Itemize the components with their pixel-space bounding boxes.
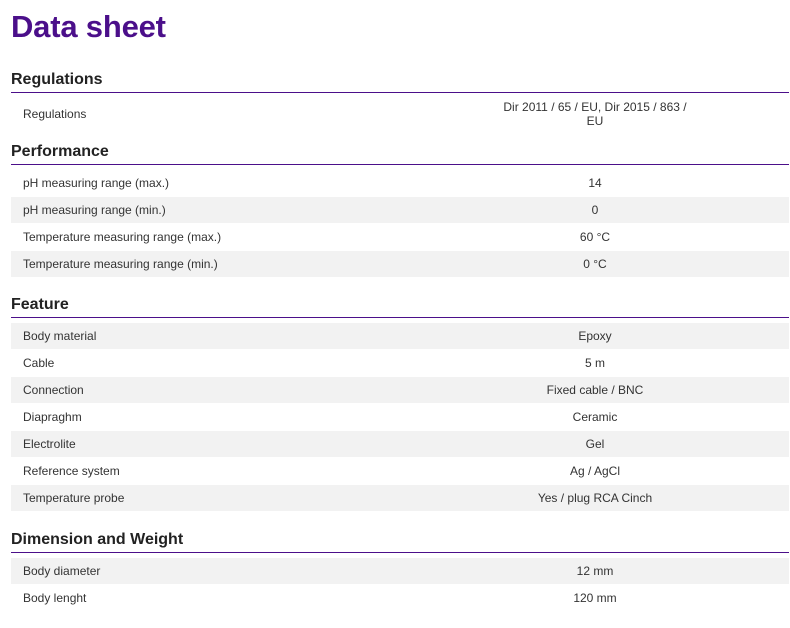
section-title: Feature [11, 294, 789, 318]
spec-value: 60 °C [579, 230, 611, 244]
spec-label: Temperature measuring range (min.) [23, 257, 218, 271]
section-title: Dimension and Weight [11, 529, 789, 553]
spec-row: pH measuring range (min.) 0 [11, 197, 789, 223]
spec-label: Cable [23, 356, 55, 370]
page-title: Data sheet [11, 9, 166, 44]
spec-label: pH measuring range (max.) [23, 176, 170, 190]
spec-value: Ceramic [572, 410, 618, 424]
spec-label: Electrolite [23, 437, 76, 451]
spec-table: Body material Epoxy Cable 5 m Connection… [11, 323, 789, 511]
section-title: Regulations [11, 69, 789, 93]
spec-row: Regulations Dir 2011 / 65 / EU, Dir 2015… [11, 98, 789, 130]
spec-table: Body diameter 12 mm Body lenght 120 mm [11, 558, 789, 611]
spec-value: Epoxy [578, 329, 612, 343]
spec-value: 0 [591, 203, 599, 217]
spec-row: pH measuring range (max.) 14 [11, 170, 789, 196]
section-feature: Feature Body material Epoxy Cable 5 m Co… [11, 294, 789, 512]
spec-table: Regulations Dir 2011 / 65 / EU, Dir 2015… [11, 98, 789, 130]
section-regulations: Regulations Regulations Dir 2011 / 65 / … [11, 69, 789, 131]
spec-value: Dir 2011 / 65 / EU, Dir 2015 / 863 / EU [503, 100, 687, 128]
spec-row: Temperature probe Yes / plug RCA Cinch [11, 485, 789, 511]
spec-row: Body diameter 12 mm [11, 558, 789, 584]
spec-label: Temperature probe [23, 491, 125, 505]
spec-label: Body diameter [23, 564, 101, 578]
spec-row: Temperature measuring range (max.) 60 °C [11, 224, 789, 250]
spec-value: Ag / AgCl [569, 464, 621, 478]
spec-label: Body material [23, 329, 97, 343]
section-dimension-weight: Dimension and Weight Body diameter 12 mm… [11, 529, 789, 612]
spec-value: 5 m [584, 356, 605, 370]
spec-value: Fixed cable / BNC [546, 383, 644, 397]
spec-value: Gel [585, 437, 605, 451]
spec-value: 14 [588, 176, 602, 190]
spec-value: 0 °C [583, 257, 607, 271]
spec-row: Connection Fixed cable / BNC [11, 377, 789, 403]
spec-label: Regulations [23, 107, 87, 121]
spec-row: Electrolite Gel [11, 431, 789, 457]
spec-value: Yes / plug RCA Cinch [537, 491, 653, 505]
spec-value: 12 mm [576, 564, 614, 578]
spec-label: Connection [23, 383, 84, 397]
spec-row: Reference system Ag / AgCl [11, 458, 789, 484]
section-performance: Performance pH measuring range (max.) 14… [11, 141, 789, 278]
section-title: Performance [11, 141, 789, 165]
spec-row: Cable 5 m [11, 350, 789, 376]
spec-label: pH measuring range (min.) [23, 203, 166, 217]
spec-table: pH measuring range (max.) 14 pH measurin… [11, 170, 789, 277]
spec-label: Temperature measuring range (max.) [23, 230, 222, 244]
spec-row: Body material Epoxy [11, 323, 789, 349]
spec-row: Temperature measuring range (min.) 0 °C [11, 251, 789, 277]
spec-label: Diapraghm [23, 410, 82, 424]
spec-row: Diapraghm Ceramic [11, 404, 789, 430]
spec-label: Body lenght [23, 591, 87, 605]
spec-label: Reference system [23, 464, 120, 478]
spec-row: Body lenght 120 mm [11, 585, 789, 611]
spec-value: 120 mm [573, 591, 617, 605]
